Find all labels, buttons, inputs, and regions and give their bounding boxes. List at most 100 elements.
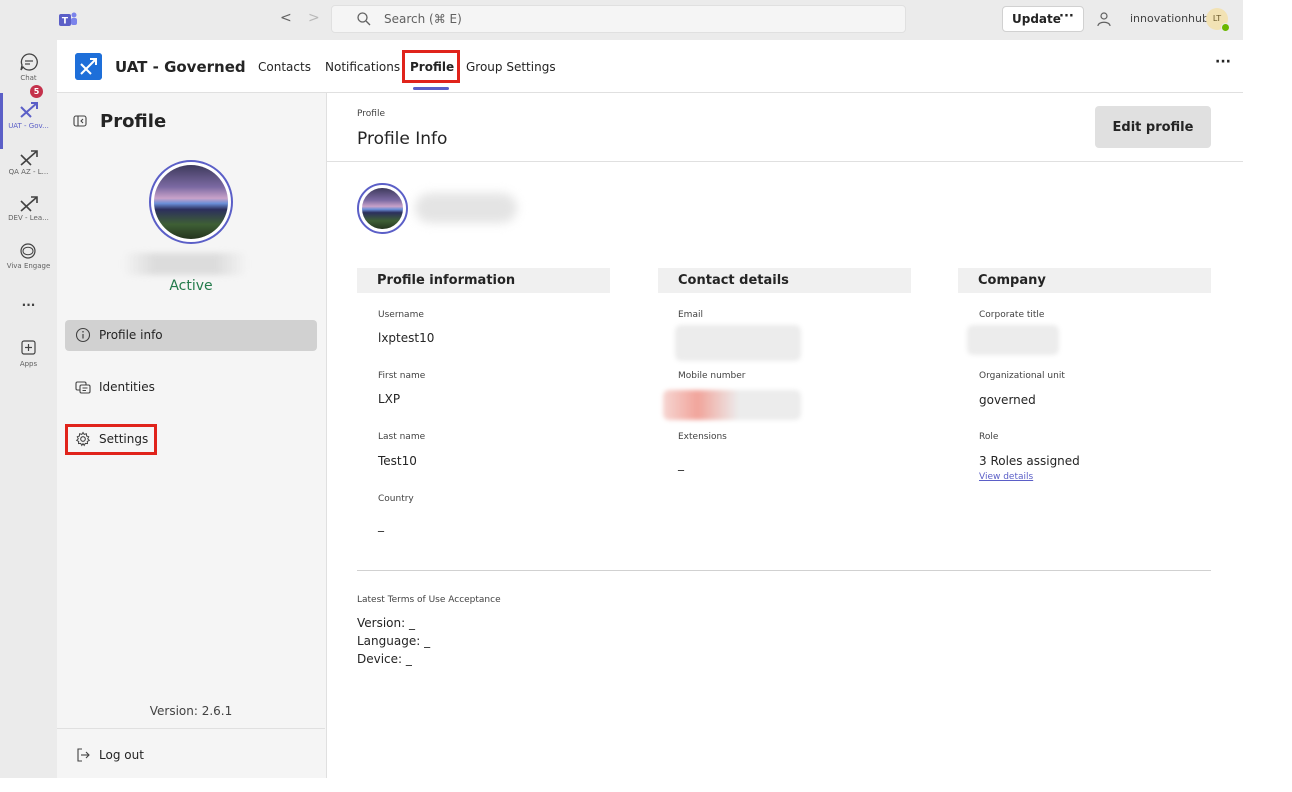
section-title: Profile information	[377, 273, 516, 288]
profile-avatar-small	[357, 183, 408, 234]
update-label: Update	[1012, 12, 1061, 26]
qa-app-icon	[20, 150, 38, 166]
view-details-link[interactable]: View details	[979, 472, 1033, 482]
rail-label-apps: Apps	[19, 360, 38, 368]
extensions-label: Extensions	[678, 432, 727, 442]
tab-notifications[interactable]: Notifications	[325, 60, 400, 74]
rail-item-chat[interactable]: Chat	[0, 48, 57, 92]
logout-label: Log out	[99, 748, 144, 762]
people-settings-icon[interactable]	[1096, 11, 1112, 27]
country-label: Country	[378, 494, 414, 504]
sidebar-item-profile-info[interactable]: Profile info	[65, 320, 317, 351]
mobile-number-value-redacted	[663, 390, 801, 420]
svg-text:T: T	[62, 17, 69, 27]
profile-main-panel: Profile Profile Info Edit profile Profil…	[327, 93, 1243, 778]
section-title: Company	[978, 273, 1046, 288]
add-apps-icon	[21, 340, 36, 355]
sidebar-item-label: Identities	[99, 380, 155, 394]
rail-item-apps[interactable]: Apps	[0, 338, 57, 378]
settings-highlight	[65, 424, 157, 455]
first-name-label: First name	[378, 371, 426, 381]
uat-app-icon	[20, 102, 38, 118]
version-label: Version: 2.6.1	[149, 704, 233, 718]
presence-available-icon	[1221, 23, 1230, 32]
rail-label-uat: UAT - Gov...	[8, 122, 49, 130]
section-title: Contact details	[678, 273, 789, 288]
org-name: innovationhub	[1130, 12, 1209, 25]
tab-contacts[interactable]: Contacts	[258, 60, 311, 74]
terms-device: Device: _	[357, 652, 412, 666]
app-title: UAT - Governed	[115, 58, 246, 76]
more-options-icon: ···	[1059, 9, 1074, 24]
dev-app-icon	[20, 196, 38, 212]
rail-item-qa[interactable]: QA AZ - L...	[0, 146, 57, 186]
profile-avatar	[149, 160, 233, 244]
more-options-icon[interactable]: ···	[1215, 54, 1231, 70]
identities-icon	[75, 381, 91, 394]
header-divider	[327, 161, 1243, 162]
chat-icon	[20, 53, 38, 71]
role-label: Role	[979, 432, 999, 442]
corporate-title-label: Corporate title	[979, 310, 1045, 320]
sidebar-item-label: Profile info	[99, 328, 163, 342]
title-bar: T < > Search (⌘ E) Update ··· innovation…	[0, 0, 1243, 40]
section-contact-details: Contact details	[658, 268, 911, 293]
rail-label-viva-engage: Viva Engage	[6, 262, 51, 270]
search-placeholder: Search (⌘ E)	[384, 12, 462, 26]
rail-label-qa: QA AZ - L...	[8, 168, 49, 176]
section-profile-information: Profile information	[357, 268, 610, 293]
window-margin-bottom	[0, 778, 1292, 792]
logout-icon	[77, 748, 90, 762]
username-value: lxptest10	[378, 331, 435, 345]
status-label: Active	[169, 278, 213, 294]
username-label: Username	[378, 310, 424, 320]
sidebar-divider	[57, 728, 325, 729]
first-name-value: LXP	[378, 392, 401, 406]
section-company: Company	[958, 268, 1211, 293]
app-rail: Chat 5 UAT - Gov... QA AZ - L... DEV - L…	[0, 40, 57, 778]
email-label: Email	[678, 310, 703, 320]
update-button[interactable]: Update ···	[1002, 6, 1084, 32]
sidebar-item-identities[interactable]: Identities	[65, 372, 317, 403]
sidebar-title: Profile	[100, 111, 167, 132]
terms-version: Version: _	[357, 616, 415, 630]
role-value: 3 Roles assigned	[979, 454, 1080, 468]
app-logo-icon	[75, 53, 102, 80]
back-arrow-icon[interactable]: <	[280, 10, 292, 26]
rail-label-dev: DEV - Lea...	[8, 214, 49, 222]
country-value: _	[378, 518, 384, 532]
rail-item-viva-engage[interactable]: Viva Engage	[0, 240, 57, 280]
rail-label-chat: Chat	[20, 74, 37, 82]
extensions-value: _	[678, 457, 684, 471]
info-icon	[75, 327, 91, 343]
page-title: Profile Info	[357, 129, 448, 149]
last-name-label: Last name	[378, 432, 426, 442]
active-tab-indicator	[413, 87, 449, 90]
viva-engage-icon	[20, 243, 36, 259]
terms-language: Language: _	[357, 634, 431, 648]
organizational-unit-label: Organizational unit	[979, 371, 1065, 381]
user-name-redacted	[123, 253, 247, 275]
search-input[interactable]: Search (⌘ E)	[331, 5, 906, 33]
more-apps-button[interactable]: ···	[0, 298, 57, 318]
last-name-value: Test10	[378, 454, 417, 468]
profile-sidebar: Profile Active Profile info Identities S…	[57, 93, 327, 778]
forward-arrow-icon[interactable]: >	[308, 10, 320, 26]
terms-heading: Latest Terms of Use Acceptance	[357, 595, 501, 605]
window-margin-right	[1243, 0, 1292, 792]
terms-divider	[357, 570, 1211, 571]
rail-item-uat[interactable]: UAT - Gov...	[0, 98, 57, 142]
user-name-redacted	[415, 193, 517, 223]
collapse-panel-icon[interactable]	[73, 114, 87, 128]
corporate-title-value-redacted	[967, 325, 1059, 355]
app-header: UAT - Governed Contacts Notifications Pr…	[57, 40, 1243, 93]
tab-group-settings[interactable]: Group Settings	[466, 60, 556, 74]
chat-unread-badge: 5	[30, 85, 43, 98]
rail-item-dev[interactable]: DEV - Lea...	[0, 192, 57, 232]
breadcrumb: Profile	[357, 109, 385, 119]
edit-profile-button[interactable]: Edit profile	[1095, 106, 1211, 148]
profile-tab-highlight	[402, 50, 460, 83]
logout-button[interactable]: Log out	[65, 740, 317, 771]
mobile-number-label: Mobile number	[678, 371, 746, 381]
teams-logo-icon[interactable]: T	[58, 10, 78, 30]
